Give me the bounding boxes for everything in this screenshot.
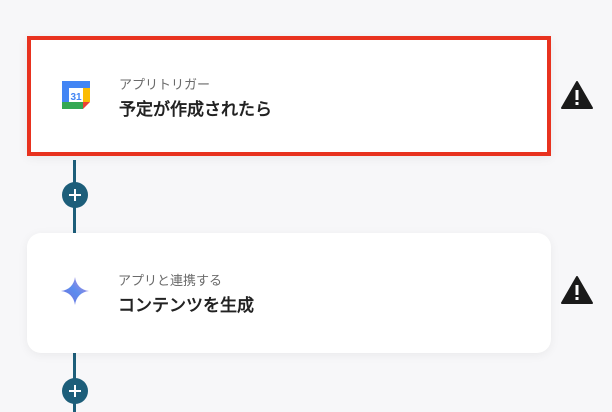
add-step-button[interactable] [62,182,88,208]
calendar-day-number: 31 [70,92,82,103]
plus-icon [69,189,81,201]
step-title: 予定が作成されたら [119,100,272,120]
flow-step-card-trigger[interactable]: 31 アプリトリガー 予定が作成されたら [27,36,551,156]
add-step-button[interactable] [62,378,88,404]
gemini-sparkle-icon [59,275,91,307]
flow-step-card-action[interactable]: アプリと連携する コンテンツを生成 [27,233,551,353]
plus-icon [69,385,81,397]
google-calendar-icon: 31 [60,79,92,111]
step-type-label: アプリトリガー [119,78,211,93]
step-title: コンテンツを生成 [118,296,254,316]
warning-icon[interactable] [560,80,594,110]
step-type-label: アプリと連携する [118,274,223,289]
warning-icon[interactable] [560,275,594,305]
